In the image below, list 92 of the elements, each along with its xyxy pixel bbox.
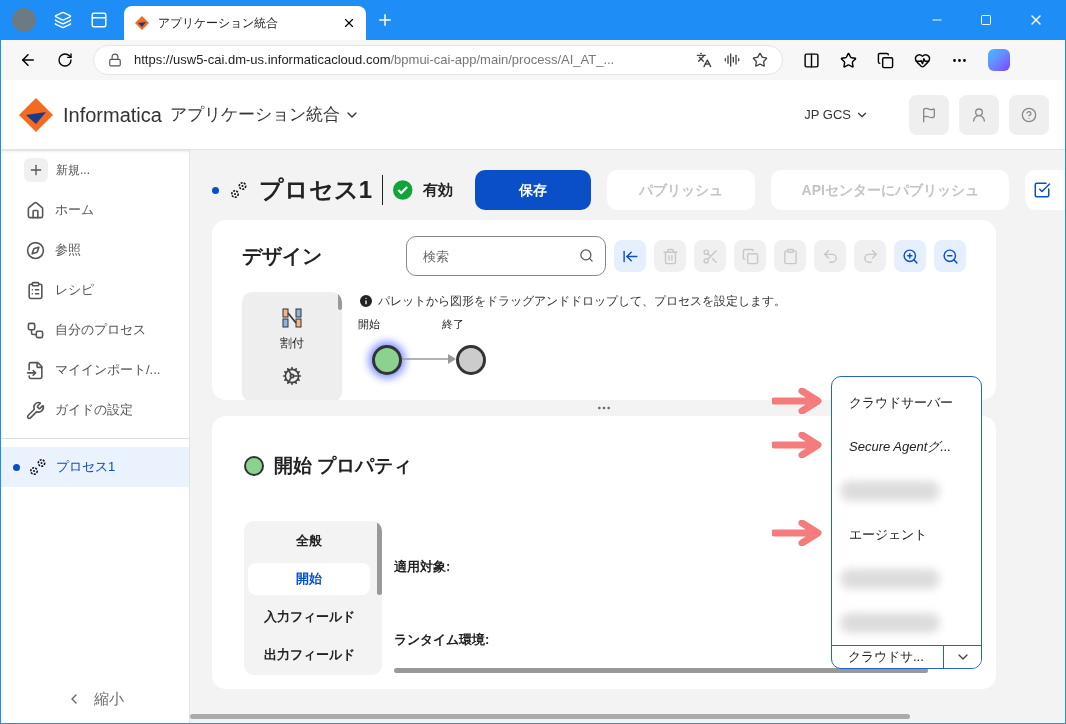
logo-icon bbox=[17, 95, 55, 134]
gears-icon bbox=[28, 457, 48, 477]
back-icon[interactable] bbox=[19, 51, 37, 69]
info-icon bbox=[358, 293, 374, 309]
tab-actions-icon[interactable] bbox=[90, 11, 108, 29]
gear-icon[interactable] bbox=[282, 366, 302, 386]
node-label: 終了 bbox=[442, 317, 464, 332]
collapse-button[interactable] bbox=[614, 240, 646, 272]
undo-icon bbox=[821, 247, 839, 265]
end-node[interactable] bbox=[456, 344, 486, 375]
field-label: ランタイム環境: bbox=[394, 631, 491, 649]
cut-icon bbox=[701, 247, 719, 265]
split-screen-icon[interactable] bbox=[803, 51, 820, 69]
user-icon bbox=[971, 106, 987, 123]
workflow-icon bbox=[26, 320, 45, 340]
zoom-out-button[interactable] bbox=[934, 240, 966, 272]
wrench-icon bbox=[26, 400, 45, 420]
field-label: 適用対象: bbox=[394, 557, 452, 576]
dropdown-toggle[interactable] bbox=[943, 646, 981, 668]
copilot-icon[interactable] bbox=[988, 49, 1010, 71]
new-label: 新規... bbox=[56, 162, 90, 179]
runtime-select[interactable]: クラウドサ... bbox=[832, 646, 943, 668]
properties-title: 開始 プロパティ bbox=[274, 454, 413, 478]
zoom-out-icon bbox=[941, 247, 959, 265]
flag-button[interactable] bbox=[909, 94, 949, 135]
org-switcher[interactable]: JP GCS bbox=[804, 104, 869, 125]
address-field[interactable]: https://usw5-cai.dm-us.informaticacloud.com/bpmui-cai-app/main/process/AI_AT_... bbox=[93, 45, 783, 75]
delete-icon bbox=[661, 247, 679, 265]
app-switcher[interactable]: アプリケーション統合 bbox=[169, 101, 360, 128]
nav-item[interactable]: ホーム bbox=[1, 190, 189, 230]
reload-icon[interactable] bbox=[57, 52, 73, 68]
action-button[interactable]: 保存 bbox=[474, 170, 592, 210]
gears-icon bbox=[228, 180, 249, 200]
close-tab-icon[interactable] bbox=[342, 16, 356, 30]
nav-item[interactable]: 自分のプロセス bbox=[1, 310, 189, 350]
nav-item[interactable]: ガイドの設定 bbox=[1, 390, 189, 430]
start-node[interactable] bbox=[372, 344, 402, 375]
workspaces-icon[interactable] bbox=[54, 11, 72, 29]
property-tab[interactable]: 開始 bbox=[248, 562, 370, 595]
flag-icon bbox=[921, 106, 937, 123]
mapping-icon bbox=[282, 308, 302, 328]
new-button[interactable] bbox=[24, 158, 48, 182]
open-process-item[interactable]: プロセス1 bbox=[1, 447, 189, 487]
collapse-sidebar-button[interactable]: 縮小 bbox=[1, 679, 189, 719]
compass-icon bbox=[26, 240, 45, 260]
property-tab[interactable]: 全般 bbox=[248, 524, 370, 557]
read-aloud-icon[interactable] bbox=[724, 52, 740, 68]
nav-item[interactable]: レシピ bbox=[1, 270, 189, 310]
plus-icon bbox=[28, 162, 44, 178]
help-icon bbox=[1021, 106, 1037, 123]
favorite-icon[interactable] bbox=[752, 52, 768, 68]
zoom-in-button[interactable] bbox=[894, 240, 926, 272]
start-status-icon bbox=[244, 456, 264, 477]
import-icon bbox=[26, 360, 45, 380]
lock-icon bbox=[108, 53, 122, 67]
paste-icon bbox=[781, 247, 799, 265]
tab-title: アプリケーション統合 bbox=[158, 15, 279, 32]
process-title: プロセス1 bbox=[258, 175, 373, 205]
clipboard-icon bbox=[26, 280, 45, 300]
zoom-in-icon bbox=[901, 247, 919, 265]
translate-icon[interactable] bbox=[696, 52, 712, 68]
home-icon bbox=[26, 200, 45, 220]
brand-name: Informatica bbox=[63, 102, 162, 128]
collections-icon[interactable] bbox=[877, 51, 894, 69]
palette-item[interactable]: 割付 bbox=[280, 308, 304, 352]
hint-text: パレットから図形をドラッグアンドドロップして、プロセスを設定します。 bbox=[378, 293, 786, 310]
nav-item[interactable]: マイインポート/... bbox=[1, 350, 189, 390]
new-tab-icon[interactable] bbox=[376, 11, 394, 29]
node-label: 開始 bbox=[358, 317, 380, 332]
dropdown-option[interactable]: エージェント bbox=[832, 513, 981, 557]
status-label: 有効 bbox=[422, 179, 453, 200]
dropdown-option[interactable]: Secure Agentグ... bbox=[832, 425, 981, 469]
search-field[interactable]: 検索 bbox=[406, 236, 606, 276]
favorites-icon[interactable] bbox=[840, 51, 857, 69]
nav-item[interactable]: 参照 bbox=[1, 230, 189, 270]
design-title: デザイン bbox=[242, 244, 323, 269]
check-circle-icon bbox=[393, 180, 413, 200]
checkbox-icon bbox=[1033, 181, 1051, 199]
maximize-icon[interactable] bbox=[980, 14, 992, 26]
search-icon bbox=[579, 248, 594, 263]
help-button[interactable] bbox=[1009, 94, 1049, 135]
property-tab[interactable]: 出力フィールド bbox=[248, 638, 370, 671]
property-tab[interactable]: 入力フィールド bbox=[248, 600, 370, 633]
browser-tab[interactable]: アプリケーション統合 bbox=[124, 6, 366, 40]
dropdown-option[interactable]: クラウドサーバー bbox=[832, 381, 981, 425]
url-text: https://usw5-cai.dm-us.informaticacloud.com/bpmui-cai-app/main/process/AI_AT_... bbox=[134, 51, 616, 70]
redo-icon bbox=[861, 247, 879, 265]
connector-arrow bbox=[402, 353, 456, 365]
health-icon[interactable] bbox=[914, 51, 931, 69]
copy-icon bbox=[741, 247, 759, 265]
logo-icon bbox=[134, 15, 150, 31]
checkbox-button[interactable] bbox=[1025, 170, 1065, 210]
